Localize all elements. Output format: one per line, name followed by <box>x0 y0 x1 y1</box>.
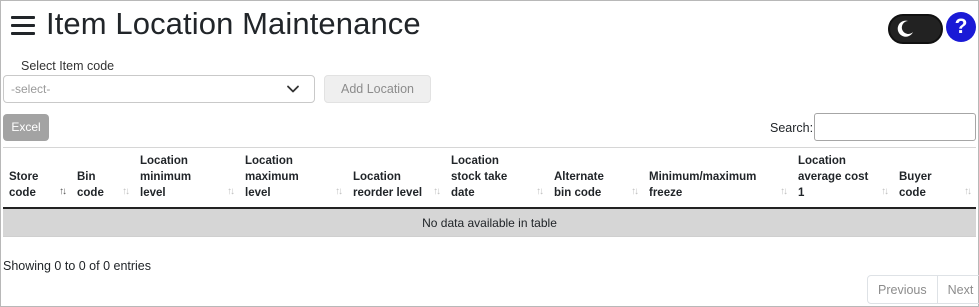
column-header-label-line: 1 <box>798 187 805 199</box>
column-header-label-line: Location <box>353 171 401 183</box>
previous-button[interactable]: Previous <box>868 276 937 303</box>
column-header-label-line: Location <box>798 155 846 167</box>
item-code-select[interactable]: -select- <box>3 75 315 103</box>
chevron-down-icon <box>287 85 299 93</box>
column-header-label: Location stock take date <box>451 153 507 201</box>
column-header-location-maximum-level[interactable]: Location maximum level ↑↓ <box>239 148 347 208</box>
item-code-label: Select Item code <box>21 59 115 73</box>
column-header-label-line: bin code <box>554 187 602 199</box>
sort-arrows-icon[interactable]: ↑↓ <box>227 186 235 197</box>
sort-arrows-icon[interactable]: ↑↓ <box>964 186 972 197</box>
column-header-label-line: stock take <box>451 171 508 183</box>
column-header-location-stock-take-date[interactable]: Location stock take date ↑↓ <box>445 148 548 208</box>
column-header-label: Store code <box>9 169 38 201</box>
column-header-location-average-cost-1[interactable]: Location average cost 1 ↑↓ <box>792 148 893 208</box>
locations-table: Store code ↑↓ Bin code ↑↓ Location minimum level… <box>3 147 976 237</box>
column-header-label-line: maximum <box>245 171 299 183</box>
column-header-location-reorder-level[interactable]: Location reorder level ↑↓ <box>347 148 445 208</box>
column-header-label: Location average cost 1 <box>798 153 868 201</box>
help-button[interactable]: ? <box>946 12 976 42</box>
column-header-label-line: code <box>77 187 104 199</box>
column-header-label-line: date <box>451 187 475 199</box>
table-header: Store code ↑↓ Bin code ↑↓ Location minimum level… <box>3 147 976 209</box>
column-header-label-line: level <box>245 187 271 199</box>
sort-arrows-icon[interactable]: ↑↓ <box>881 186 889 197</box>
column-header-label: Location maximum level <box>245 153 299 201</box>
column-header-label-line: average cost <box>798 171 869 183</box>
sort-arrows-icon[interactable]: ↑↓ <box>780 186 788 197</box>
column-header-label-line: freeze <box>649 187 683 199</box>
column-header-label-line: Location <box>140 155 188 167</box>
column-header-label-line: Alternate <box>554 171 604 183</box>
column-header-label-line: minimum <box>140 171 192 183</box>
moon-icon <box>897 20 913 37</box>
item-code-select-value: -select- <box>11 82 51 96</box>
column-header-label: Location reorder level <box>353 169 422 201</box>
empty-table-message: No data available in table <box>3 209 976 237</box>
column-header-label-line: code <box>899 187 926 199</box>
next-button[interactable]: Next <box>936 276 979 303</box>
search-label: Search: <box>770 121 814 135</box>
column-header-label-line: code <box>9 187 36 199</box>
column-header-label-line: level <box>140 187 166 199</box>
sort-arrows-icon[interactable]: ↑↓ <box>631 186 639 197</box>
column-header-label-line: reorder level <box>353 187 423 199</box>
column-header-label-line: Location <box>451 155 499 167</box>
column-header-label-line: Minimum/maximum <box>649 171 757 183</box>
column-header-alternate-bin-code[interactable]: Alternate bin code ↑↓ <box>548 148 643 208</box>
column-header-label: Location minimum level <box>140 153 191 201</box>
sort-arrows-icon[interactable]: ↑↓ <box>59 186 67 197</box>
sort-arrows-icon[interactable]: ↑↓ <box>335 186 343 197</box>
column-header-label-line: Location <box>245 155 293 167</box>
column-header-label: Alternate bin code <box>554 169 604 201</box>
column-header-label-line: Buyer <box>899 171 932 183</box>
search-input[interactable] <box>814 113 976 141</box>
column-header-label: Minimum/maximum freeze <box>649 169 756 201</box>
sort-arrows-icon[interactable]: ↑↓ <box>122 186 130 197</box>
column-header-buyer-code[interactable]: Buyer code ↑↓ <box>893 148 976 208</box>
column-header-store-code[interactable]: Store code ↑↓ <box>3 148 71 208</box>
column-header-label: Bin code <box>77 169 104 201</box>
table-info: Showing 0 to 0 of 0 entries <box>3 259 152 273</box>
column-header-location-minimum-level[interactable]: Location minimum level ↑↓ <box>134 148 239 208</box>
sort-arrows-icon[interactable]: ↑↓ <box>536 186 544 197</box>
pagination: Previous Next <box>867 275 979 304</box>
column-header-label-line: Bin <box>77 171 96 183</box>
add-location-button[interactable]: Add Location <box>324 75 431 103</box>
hamburger-menu-icon[interactable] <box>11 16 35 36</box>
column-header-bin-code[interactable]: Bin code ↑↓ <box>71 148 134 208</box>
excel-export-button[interactable]: Excel <box>3 114 49 141</box>
page-title: Item Location Maintenance <box>46 6 421 41</box>
column-header-minimum-maximum-freeze[interactable]: Minimum/maximum freeze ↑↓ <box>643 148 792 208</box>
sort-arrows-icon[interactable]: ↑↓ <box>433 186 441 197</box>
theme-toggle[interactable] <box>888 14 943 44</box>
column-header-label-line: Store <box>9 171 39 183</box>
column-header-label: Buyer code <box>899 169 932 201</box>
